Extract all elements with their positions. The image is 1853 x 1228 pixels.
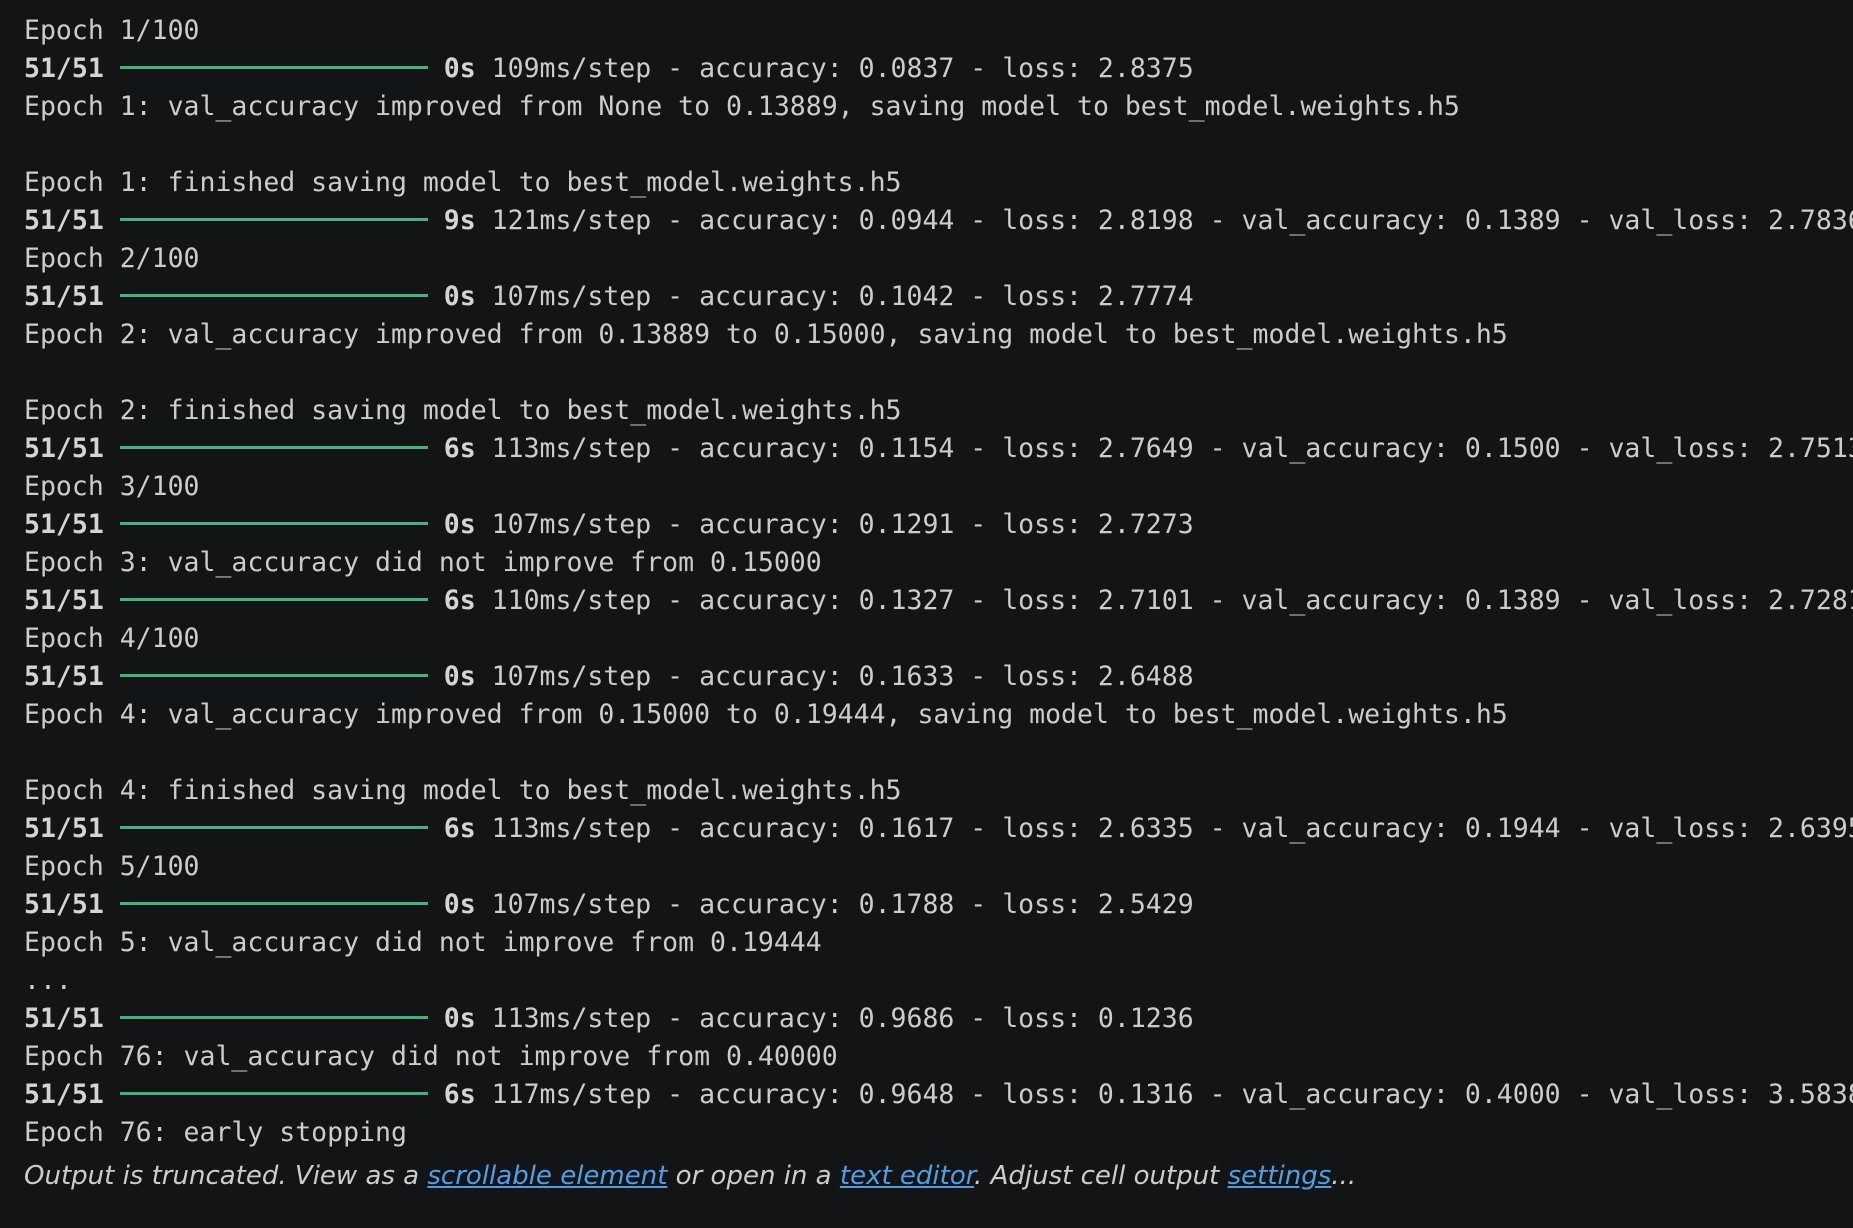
log-line: Epoch 5/100 <box>24 851 200 882</box>
metrics: 121ms/step - accuracy: 0.0944 - loss: 2.… <box>491 205 1853 236</box>
progress-line: 51/51 0s 107ms/step - accuracy: 0.1788 - … <box>24 886 1844 924</box>
elapsed-time: 6s <box>443 585 476 616</box>
elapsed-time: 0s <box>443 509 476 540</box>
step-count: 51/51 <box>24 281 104 312</box>
step-count: 51/51 <box>24 433 104 464</box>
truncation-suffix: ... <box>1331 1161 1357 1191</box>
log-line: Epoch 2: finished saving model to best_m… <box>24 395 902 426</box>
log-line: ... <box>24 965 72 996</box>
metrics: 113ms/step - accuracy: 0.1154 - loss: 2.… <box>491 433 1853 464</box>
elapsed-time: 9s <box>443 205 476 236</box>
metrics: 110ms/step - accuracy: 0.1327 - loss: 2.… <box>491 585 1853 616</box>
elapsed-time: 0s <box>443 53 476 84</box>
metrics: 107ms/step - accuracy: 0.1633 - loss: 2.… <box>491 661 1194 692</box>
log-line: Epoch 2: val_accuracy improved from 0.13… <box>24 319 1508 350</box>
progress-bar <box>119 522 428 525</box>
log-line: Epoch 76: val_accuracy did not improve f… <box>24 1041 838 1072</box>
truncation-prefix: Output is truncated. View as a <box>24 1161 428 1191</box>
log-line: Epoch 2/100 <box>24 243 200 274</box>
log-line: Epoch 76: early stopping <box>24 1117 407 1148</box>
progress-line: 51/51 9s 121ms/step - accuracy: 0.0944 - … <box>24 202 1853 240</box>
metrics: 107ms/step - accuracy: 0.1042 - loss: 2.… <box>491 281 1194 312</box>
progress-line: 51/51 6s 113ms/step - accuracy: 0.1617 - … <box>24 810 1853 848</box>
log-line: Epoch 3/100 <box>24 471 200 502</box>
progress-line: 51/51 6s 113ms/step - accuracy: 0.1154 - … <box>24 430 1853 468</box>
metrics: 107ms/step - accuracy: 0.1788 - loss: 2.… <box>491 889 1194 920</box>
step-count: 51/51 <box>24 889 104 920</box>
elapsed-time: 6s <box>443 433 476 464</box>
log-line: Epoch 1: finished saving model to best_m… <box>24 167 902 198</box>
log-line: Epoch 3: val_accuracy did not improve fr… <box>24 547 822 578</box>
step-count: 51/51 <box>24 205 104 236</box>
log-line: Epoch 4: val_accuracy improved from 0.15… <box>24 699 1508 730</box>
progress-bar <box>119 826 428 829</box>
cell-output: Epoch 1/100 51/51 0s 109ms/step - accuracy… <box>24 12 1853 1196</box>
step-count: 51/51 <box>24 1079 104 1110</box>
progress-line: 51/51 0s 107ms/step - accuracy: 0.1042 - … <box>24 278 1844 316</box>
truncation-after-editor: . Adjust cell output <box>974 1161 1228 1191</box>
step-count: 51/51 <box>24 661 104 692</box>
progress-bar <box>119 1016 428 1019</box>
truncation-notice: Output is truncated. View as a scrollabl… <box>24 1156 1844 1196</box>
progress-bar <box>119 674 428 677</box>
progress-line: 51/51 0s 107ms/step - accuracy: 0.1291 - … <box>24 506 1844 544</box>
elapsed-time: 0s <box>443 661 476 692</box>
progress-line: 51/51 0s 113ms/step - accuracy: 0.9686 - … <box>24 1000 1844 1038</box>
scrollable-element-link[interactable]: scrollable element <box>427 1161 667 1191</box>
log-line: Epoch 1/100 <box>24 15 200 46</box>
metrics: 107ms/step - accuracy: 0.1291 - loss: 2.… <box>491 509 1194 540</box>
elapsed-time: 6s <box>443 1079 476 1110</box>
metrics: 109ms/step - accuracy: 0.0837 - loss: 2.… <box>491 53 1194 84</box>
step-count: 51/51 <box>24 53 104 84</box>
settings-link[interactable]: settings <box>1228 1161 1332 1191</box>
log-line: Epoch 4: finished saving model to best_m… <box>24 775 902 806</box>
elapsed-time: 0s <box>443 1003 476 1034</box>
step-count: 51/51 <box>24 585 104 616</box>
log-line: Epoch 1: val_accuracy improved from None… <box>24 91 1460 122</box>
metrics: 117ms/step - accuracy: 0.9648 - loss: 0.… <box>491 1079 1853 1110</box>
elapsed-time: 6s <box>443 813 476 844</box>
progress-line: 51/51 6s 117ms/step - accuracy: 0.9648 - … <box>24 1076 1853 1114</box>
elapsed-time: 0s <box>443 281 476 312</box>
metrics: 113ms/step - accuracy: 0.9686 - loss: 0.… <box>491 1003 1194 1034</box>
progress-bar <box>119 294 428 297</box>
progress-line: 51/51 6s 110ms/step - accuracy: 0.1327 - … <box>24 582 1853 620</box>
progress-bar <box>119 218 428 221</box>
progress-line: 51/51 0s 109ms/step - accuracy: 0.0837 - … <box>24 50 1844 88</box>
step-count: 51/51 <box>24 509 104 540</box>
step-count: 51/51 <box>24 813 104 844</box>
log-line: Epoch 4/100 <box>24 623 200 654</box>
progress-line: 51/51 0s 107ms/step - accuracy: 0.1633 - … <box>24 658 1844 696</box>
step-count: 51/51 <box>24 1003 104 1034</box>
elapsed-time: 0s <box>443 889 476 920</box>
metrics: 113ms/step - accuracy: 0.1617 - loss: 2.… <box>491 813 1853 844</box>
progress-bar <box>119 446 428 449</box>
output-lines: Epoch 1/100 51/51 0s 109ms/step - accuracy… <box>24 12 1853 1152</box>
progress-bar <box>119 902 428 905</box>
text-editor-link[interactable]: text editor <box>840 1161 974 1191</box>
progress-bar <box>119 598 428 601</box>
truncation-middle: or open in a <box>667 1161 840 1191</box>
progress-bar <box>119 1092 428 1095</box>
log-line: Epoch 5: val_accuracy did not improve fr… <box>24 927 822 958</box>
progress-bar <box>119 66 428 69</box>
